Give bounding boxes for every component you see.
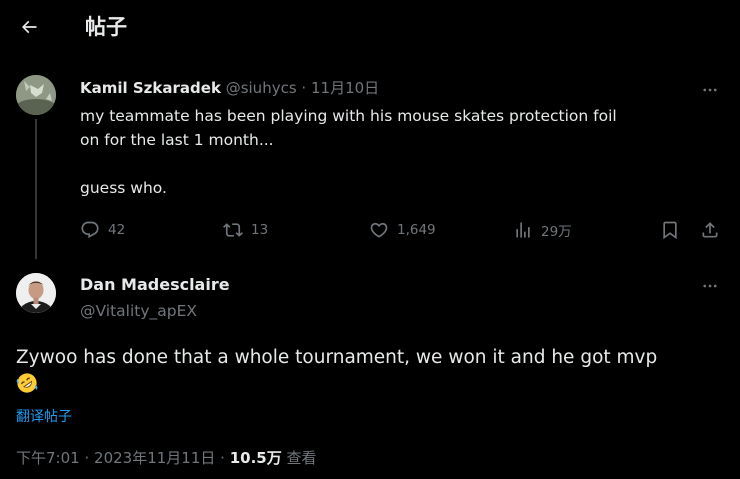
bar-chart-icon: [516, 222, 530, 238]
retweet-icon: [223, 223, 243, 237]
like-count: 1,649: [397, 222, 436, 238]
more-options-button[interactable]: [699, 80, 721, 100]
thread-line: [35, 119, 37, 259]
reply-text: Zywoo has done that a whole tournament, …: [16, 344, 731, 403]
avatar[interactable]: [16, 273, 56, 313]
views-count: 10.5万: [229, 449, 282, 467]
tweet-actions: 42 13 1,649 29万: [80, 220, 725, 244]
more-icon: [703, 88, 717, 92]
like-button[interactable]: 1,649: [369, 220, 436, 240]
separator: ·: [220, 449, 225, 467]
tweet-text-line: my teammate has been playing with his mo…: [80, 107, 617, 125]
reply-button[interactable]: 42: [80, 220, 125, 240]
reply-meta: 下午7:01 · 2023年11月11日 · 10.5万 查看: [16, 447, 317, 469]
header: 帖子: [0, 0, 740, 54]
more-options-button[interactable]: [699, 276, 721, 296]
tweet-text-line: guess who.: [80, 179, 167, 197]
parent-tweet-header: Kamil Szkaradek @siuhycs · 11月10日: [80, 78, 379, 98]
author-handle[interactable]: @siuhycs: [226, 79, 297, 97]
page-title: 帖子: [85, 15, 127, 39]
author-name[interactable]: Dan Madesclaire: [80, 275, 230, 295]
retweet-count: 13: [251, 222, 269, 238]
more-icon: [703, 284, 717, 288]
views-button[interactable]: 29万: [513, 220, 572, 240]
heart-icon: [370, 222, 388, 238]
post-time[interactable]: 下午7:01: [16, 449, 80, 467]
translate-link[interactable]: 翻译帖子: [16, 406, 72, 426]
tweet-text: my teammate has been playing with his mo…: [80, 104, 720, 200]
separator: ·: [301, 79, 307, 97]
views-count: 29万: [541, 224, 572, 240]
bookmark-icon: [663, 221, 677, 240]
views-label: 查看: [286, 449, 317, 467]
reply-icon: [81, 221, 99, 239]
rolling-on-floor-laughing-icon: [16, 372, 38, 403]
reply-count: 42: [108, 222, 126, 238]
arrow-left-icon: [21, 20, 37, 34]
bookmark-button[interactable]: [660, 220, 680, 240]
author-name[interactable]: Kamil Szkaradek: [80, 79, 221, 97]
share-button[interactable]: [700, 220, 720, 240]
post-date[interactable]: 2023年11月11日: [94, 449, 215, 467]
reply-text-content: Zywoo has done that a whole tournament, …: [16, 347, 658, 368]
retweet-button[interactable]: 13: [223, 220, 268, 240]
separator: ·: [84, 449, 90, 467]
author-handle[interactable]: @Vitality_apEX: [80, 301, 197, 321]
back-button[interactable]: [14, 12, 44, 42]
share-icon: [702, 222, 718, 238]
tweet-date[interactable]: 11月10日: [311, 79, 379, 97]
avatar[interactable]: [16, 75, 56, 115]
tweet-text-line: on for the last 1 month...: [80, 131, 274, 149]
